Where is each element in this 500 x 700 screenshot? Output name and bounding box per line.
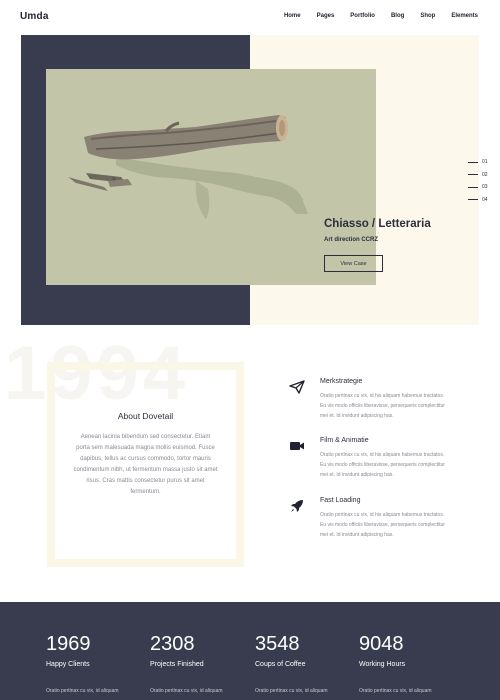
nav-elements[interactable]: Elements xyxy=(451,13,478,19)
stat-number: 1969 xyxy=(46,633,91,655)
nav-portfolio[interactable]: Portfolio xyxy=(350,13,375,19)
stat-text: Oratio pertinax cu vix, id aliquam xyxy=(255,688,328,694)
stat-number: 3548 xyxy=(255,633,300,655)
stat-label: Coups of Coffee xyxy=(255,661,306,668)
pager-item-02[interactable]: 02 xyxy=(468,169,488,182)
about-text: Aenean lacinia bibendum sed consectetur.… xyxy=(73,434,218,495)
stat-number: 9048 xyxy=(359,633,404,655)
pager-item-01[interactable]: 01 xyxy=(468,156,488,169)
slider-pager: 01 02 03 04 xyxy=(468,156,488,206)
site-logo[interactable]: Umda xyxy=(20,11,49,22)
nav-blog[interactable]: Blog xyxy=(391,13,404,19)
stats-section: 1969 Happy Clients Oratio pertinax cu vi… xyxy=(0,602,500,700)
hero-title: Chiasso / Letteraria xyxy=(324,218,431,230)
stat-label: Projects Finished xyxy=(150,661,204,668)
stat-label: Happy Clients xyxy=(46,661,90,668)
feature-text: Oratio pertinax cu vix, id his aliquam h… xyxy=(320,512,445,538)
video-camera-icon xyxy=(290,442,304,450)
view-case-button[interactable]: View Case xyxy=(324,255,383,272)
paper-plane-icon xyxy=(289,380,305,394)
rocket-icon xyxy=(291,500,303,512)
about-title: About Dovetail xyxy=(117,411,174,421)
site-header: Umda Home Pages Portfolio Blog Shop Elem… xyxy=(0,0,500,34)
driftwood-illustration xyxy=(68,115,308,219)
feature-text: Oratio pertinax cu vix, id his aliquam h… xyxy=(320,452,445,478)
nav-pages[interactable]: Pages xyxy=(317,13,335,19)
pager-item-04[interactable]: 04 xyxy=(468,194,488,207)
nav-shop[interactable]: Shop xyxy=(420,13,435,19)
stat-label: Working Hours xyxy=(359,661,406,668)
feature-text: Oratio pertinax cu vix, id his aliquam h… xyxy=(320,393,445,419)
hero-subtitle: Art direction CCRZ xyxy=(324,237,378,243)
feature-title: Film & Animatie xyxy=(320,437,369,444)
feature-title: Merkstrategie xyxy=(320,378,363,385)
nav-home[interactable]: Home xyxy=(284,13,301,19)
pager-item-03[interactable]: 03 xyxy=(468,181,488,194)
hero-photo-driftwood xyxy=(46,69,376,285)
feature-title: Fast Loading xyxy=(320,497,361,504)
stat-text: Oratio pertinax cu vix, id aliquam xyxy=(359,688,432,694)
stat-text: Oratio pertinax cu vix, id aliquam xyxy=(46,688,119,694)
main-nav: Home Pages Portfolio Blog Shop Elements xyxy=(284,13,478,19)
stat-number: 2308 xyxy=(150,633,195,655)
stat-text: Oratio pertinax cu vix, id aliquam xyxy=(150,688,223,694)
